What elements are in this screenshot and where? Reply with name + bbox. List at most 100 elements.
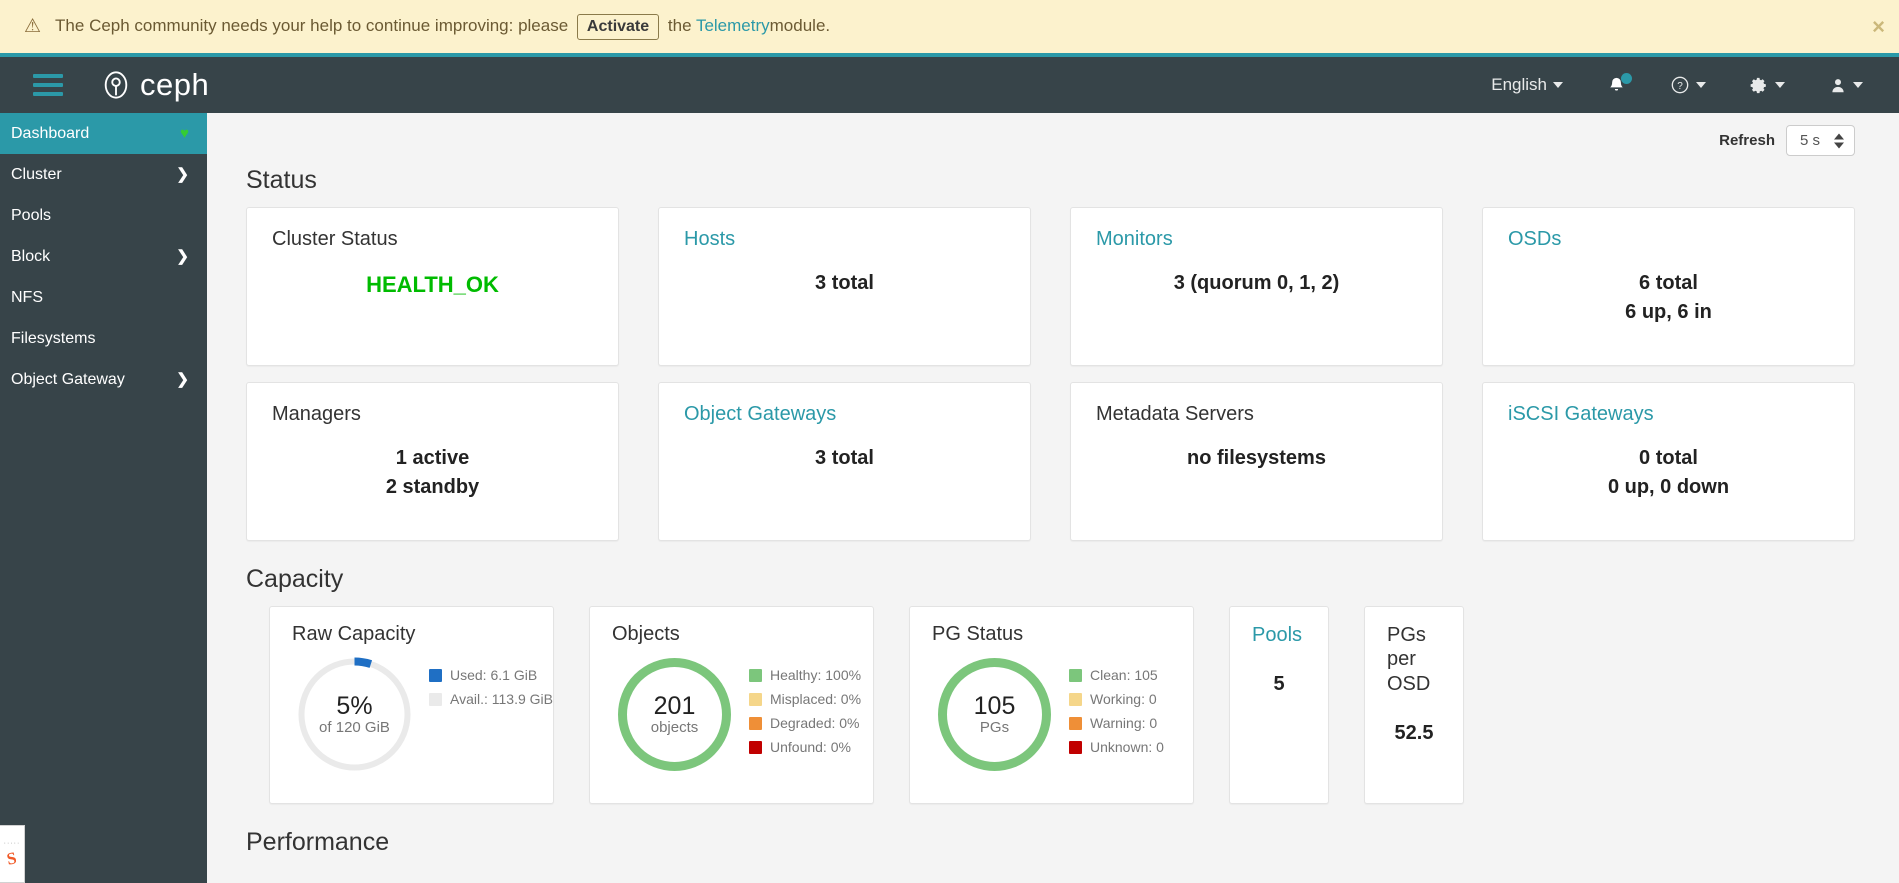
- card-value: 3 total: [684, 444, 1005, 473]
- legend-swatch-degraded: [749, 716, 762, 730]
- card-osds[interactable]: OSDs 6 total 6 up, 6 in: [1482, 207, 1855, 366]
- sidebar-item-pools[interactable]: Pools: [0, 195, 207, 236]
- help-menu[interactable]: ?: [1648, 65, 1728, 105]
- card-value-line: 0 up, 0 down: [1607, 476, 1730, 498]
- legend-label: Clean: 105: [1090, 667, 1158, 683]
- card-title-link[interactable]: Object Gateways: [684, 403, 1005, 426]
- status-section-title: Status: [246, 166, 317, 194]
- refresh-interval-select[interactable]: 5 s: [1785, 125, 1855, 156]
- legend-swatch-working: [1069, 692, 1082, 706]
- hamburger-bar: [33, 83, 63, 87]
- card-title-link[interactable]: OSDs: [1508, 228, 1829, 251]
- card-value-line: 6 up, 6 in: [1625, 301, 1712, 323]
- donut-svg: [297, 657, 412, 772]
- card-value-line: HEALTH_OK: [366, 272, 499, 297]
- card-object-gateways[interactable]: Object Gateways 3 total: [658, 382, 1031, 541]
- card-title-link[interactable]: iSCSI Gateways: [1508, 403, 1829, 426]
- language-label: English: [1491, 75, 1547, 94]
- sidebar-item-object-gateway[interactable]: Object Gateway ❯: [0, 359, 207, 400]
- donut-svg: [618, 658, 731, 771]
- card-title: PGs per OSD: [1387, 624, 1431, 695]
- user-menu[interactable]: [1807, 66, 1885, 105]
- legend-label: Warning: 0: [1090, 715, 1158, 731]
- screen-capture-widget[interactable]: ····· S: [0, 825, 25, 883]
- close-icon[interactable]: ×: [1872, 16, 1885, 38]
- telemetry-banner: ⚠ The Ceph community needs your help to …: [0, 0, 1899, 57]
- chevron-down-icon: [1775, 82, 1785, 88]
- legend-label: Used: 6.1 GiB: [450, 667, 538, 683]
- dashboard-content: Refresh 5 s Status Cluster Status HEALTH…: [207, 113, 1899, 883]
- activate-button[interactable]: Activate: [576, 13, 660, 40]
- help-circle-icon: ?: [1671, 76, 1689, 94]
- card-value-line: 6 total: [1639, 272, 1698, 294]
- language-selector[interactable]: English: [1469, 65, 1585, 105]
- sidebar-item-block[interactable]: Block ❯: [0, 236, 207, 277]
- card-value-line: 3 total: [815, 272, 874, 294]
- legend-label: Misplaced: 0%: [770, 691, 862, 707]
- sidebar-item-nfs[interactable]: NFS: [0, 277, 207, 318]
- chevron-down-icon: [1853, 82, 1863, 88]
- legend-label: Avail.: 113.9 GiB: [450, 691, 553, 707]
- legend-label: Unknown: 0: [1090, 739, 1164, 755]
- warning-triangle-icon: ⚠: [24, 16, 42, 37]
- sidebar-item-label: Block: [11, 247, 51, 265]
- chevron-up-icon: [1834, 133, 1844, 139]
- sidebar-item-label: Filesystems: [11, 329, 96, 347]
- card-title-link[interactable]: Monitors: [1096, 228, 1417, 251]
- status-cards-row-1: Cluster Status HEALTH_OK Hosts 3 total M…: [207, 207, 1899, 366]
- refresh-interval-value: 5 s: [1799, 132, 1820, 149]
- card-value: 0 total 0 up, 0 down: [1508, 444, 1829, 502]
- card-body: 105 PGs Clean: 105 Working: 0 Warning: 0…: [932, 652, 1171, 777]
- legend-label: Healthy: 100%: [770, 667, 862, 683]
- sidebar-item-label: Object Gateway: [11, 370, 125, 388]
- telemetry-banner-text: The Ceph community needs your help to co…: [55, 13, 830, 40]
- card-value-line: no filesystems: [1187, 447, 1326, 469]
- chevron-down-icon: [1553, 82, 1563, 88]
- objects-donut-chart: 201 objects: [612, 652, 737, 777]
- capacity-section-title: Capacity: [246, 565, 344, 593]
- brand-name: ceph: [140, 67, 210, 102]
- stepper-arrows-icon[interactable]: [1834, 133, 1844, 148]
- sidebar-item-dashboard[interactable]: Dashboard ♥: [0, 113, 207, 154]
- card-pools[interactable]: Pools 5: [1229, 606, 1329, 804]
- card-body: 201 objects Healthy: 100% Misplaced: 0%: [612, 652, 861, 777]
- card-title: Metadata Servers: [1096, 403, 1254, 425]
- card-pgs-per-osd: PGs per OSD 52.5: [1364, 606, 1464, 804]
- card-iscsi-gateways[interactable]: iSCSI Gateways 0 total 0 up, 0 down: [1482, 382, 1855, 541]
- sidebar-item-cluster[interactable]: Cluster ❯: [0, 154, 207, 195]
- card-hosts[interactable]: Hosts 3 total: [658, 207, 1031, 366]
- legend-item: Warning: 0: [1069, 715, 1164, 731]
- hamburger-menu-icon[interactable]: [33, 74, 63, 96]
- chevron-down-icon: [1696, 82, 1706, 88]
- pg-status-legend: Clean: 105 Working: 0 Warning: 0 Unknown…: [1069, 667, 1164, 763]
- legend-item: Healthy: 100%: [749, 667, 861, 683]
- notifications-button[interactable]: [1585, 65, 1648, 105]
- settings-menu[interactable]: [1728, 66, 1807, 105]
- top-navbar: ceph English ?: [0, 57, 1899, 113]
- chevron-down-icon: [1834, 142, 1844, 148]
- card-title-link[interactable]: Hosts: [684, 228, 1005, 251]
- pg-status-donut-chart: 105 PGs: [932, 652, 1057, 777]
- sidebar-item-filesystems[interactable]: Filesystems: [0, 318, 207, 359]
- card-monitors[interactable]: Monitors 3 (quorum 0, 1, 2): [1070, 207, 1443, 366]
- ceph-logo-icon: [104, 71, 128, 99]
- legend-item: Unknown: 0: [1069, 739, 1164, 755]
- card-value-line: 0 total: [1639, 447, 1698, 469]
- telemetry-link[interactable]: Telemetry: [696, 16, 770, 35]
- hamburger-bar: [33, 92, 63, 96]
- card-pg-status: PG Status 105 PGs Clean: 105 Working: 0 …: [909, 606, 1194, 804]
- legend-item: Avail.: 113.9 GiB: [429, 691, 553, 707]
- navbar-right-menu: English ?: [1469, 65, 1899, 105]
- raw-capacity-donut-chart: 5% of 120 GiB: [292, 652, 417, 777]
- card-value: 3 total: [684, 269, 1005, 298]
- gear-icon: [1750, 77, 1766, 93]
- card-title-link[interactable]: Pools: [1252, 623, 1306, 647]
- card-managers: Managers 1 active 2 standby: [246, 382, 619, 541]
- card-body: 5% of 120 GiB Used: 6.1 GiB Avail.: 113.…: [292, 652, 553, 777]
- user-icon: [1832, 78, 1844, 92]
- legend-swatch-warning: [1069, 716, 1082, 730]
- snagit-icon: S: [5, 847, 19, 869]
- ceph-brand-logo[interactable]: ceph: [101, 67, 209, 103]
- sidebar-navigation: Dashboard ♥ Cluster ❯ Pools Block ❯ NFS …: [0, 113, 207, 883]
- chevron-right-icon: ❯: [176, 371, 189, 388]
